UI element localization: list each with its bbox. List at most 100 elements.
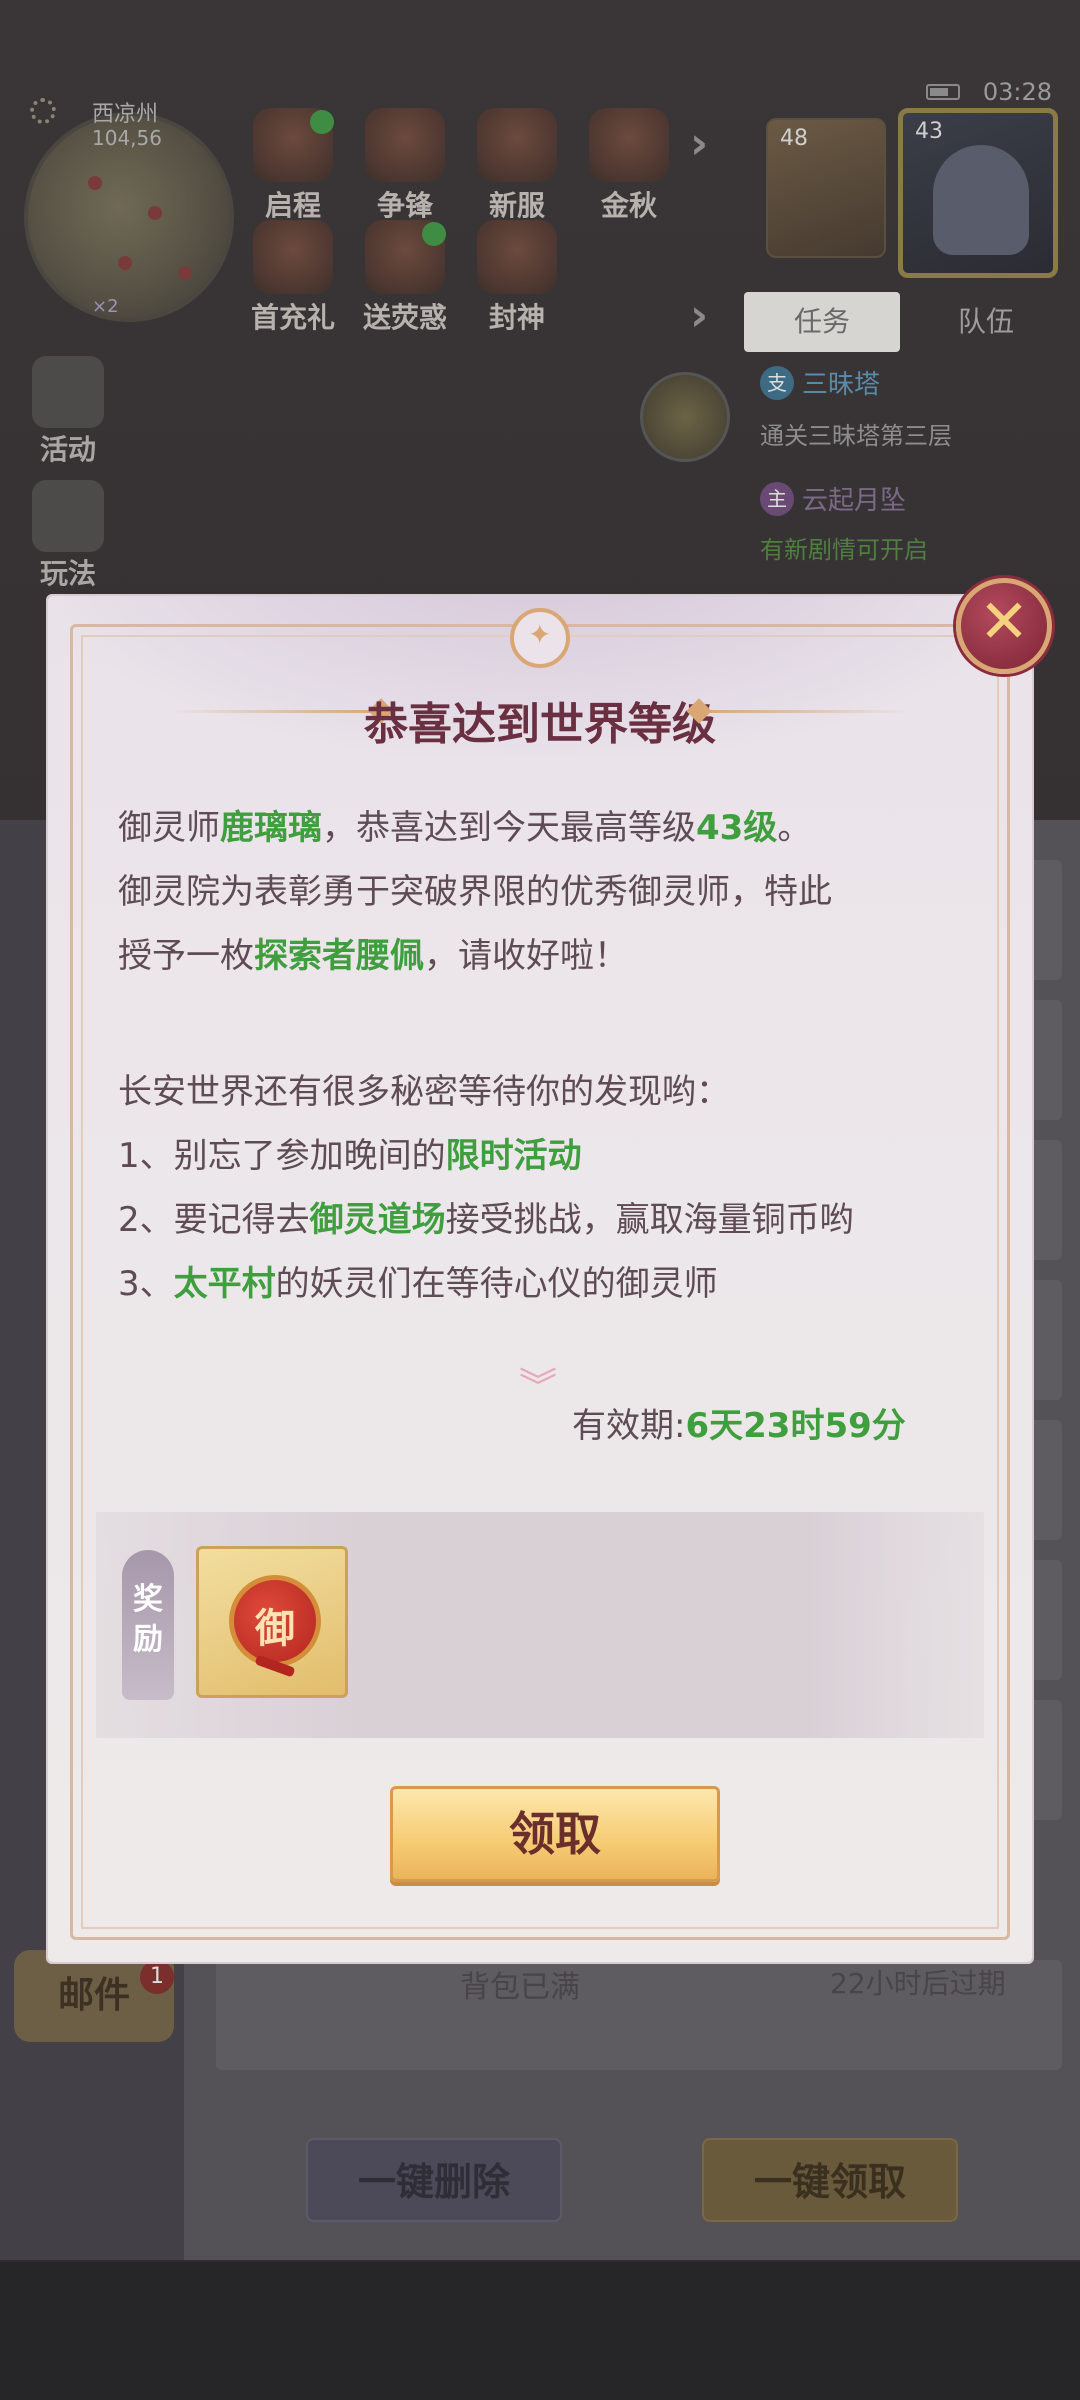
puzzle-icon [32,480,104,552]
message-text: 的妖灵们在等待心仪的御灵师 [275,1264,718,1304]
mail-row-status: 背包已满 [460,1970,580,2005]
village-link[interactable]: 太平村 [174,1264,276,1304]
map-marker [178,266,192,280]
map-location-name: 西凉州 [92,102,159,127]
task-item[interactable]: 支三昧塔 [760,364,880,401]
activity-zhengfeng-button[interactable]: 争锋 [350,108,460,224]
activity-label: 封神 [488,301,545,334]
task-type-tag: 主 [760,481,794,516]
task-type-tag: 支 [760,365,794,400]
message-text: 御灵师 [118,808,220,848]
task-item[interactable]: 主云起月坠 [760,480,906,517]
close-icon: ✕ [978,587,1030,657]
map-badge: ×2 [92,296,119,317]
notification-dot [422,222,446,246]
message-text: 1、别忘了参加晚间的 [118,1136,446,1176]
side-button-label: 玩法 [39,557,96,590]
tab-team[interactable]: 队伍 [908,292,1064,352]
hero-level: 43 [915,119,943,144]
activity-qicheng-button[interactable]: 启程 [238,108,348,224]
message-text: 。 [777,808,812,848]
validity-period: 有效期:6天23时59分 [572,1398,906,1447]
settings-gear-icon[interactable] [30,98,56,124]
activity-songyinghuo-button[interactable]: 送荧惑 [350,220,460,336]
mail-row-expiry: 22小时后过期 [830,1967,1006,2000]
navigation-bar [0,2262,1080,2400]
limited-event-link[interactable]: 限时活动 [446,1136,582,1176]
tip-line: 1、别忘了参加晚间的限时活动 [118,1124,582,1188]
message-text: 接受挑战，赢取海量铜币哟 [445,1200,854,1240]
notification-dot [310,110,334,134]
map-coordinates: 104,56 [92,126,162,150]
pendant-glyph: 御 [255,1606,295,1652]
tip-line: 3、太平村的妖灵们在等待心仪的御灵师 [118,1252,718,1316]
gift-box-icon [32,356,104,428]
planet-icon [477,220,557,294]
rabbit-icon [589,108,669,182]
title-divider [700,710,910,713]
side-button-label: 活动 [39,433,96,466]
message-text: 授予一枚 [118,936,254,976]
message-line: 御灵师鹿璃璃，恭喜达到今天最高等级43级。 [118,796,811,860]
message-line: 长安世界还有很多秘密等待你的发现哟： [118,1072,730,1112]
task-name: 三昧塔 [802,370,881,400]
task-name: 云起月坠 [802,486,907,516]
claim-all-button[interactable]: 一键领取 [702,2138,958,2222]
activity-label: 送荧惑 [362,301,447,334]
activity-label: 启程 [264,189,321,222]
side-gameplay-button[interactable]: 玩法 [28,480,108,592]
activity-first-recharge-button[interactable]: 首充礼 [238,220,348,336]
validity-label: 有效期: [572,1406,686,1446]
tab-tasks[interactable]: 任务 [744,292,900,352]
chevron-down-icon[interactable]: ︾ [514,1356,562,1409]
message-text: 3、 [118,1264,174,1304]
activity-label: 金秋 [600,189,657,222]
mail-badge: 1 [140,1960,174,1994]
validity-value: 6天23时59分 [685,1406,906,1446]
status-time: 03:28 [982,78,1052,106]
map-marker [88,176,102,190]
pet-level: 48 [780,126,808,151]
gift-box-icon [253,220,333,294]
reward-item-name: 探索者腰佩 [254,936,424,976]
message-line: 授予一枚探索者腰佩，请收好啦！ [118,924,628,988]
activity-jinqiu-button[interactable]: 金秋 [574,108,684,224]
message-line: 御灵院为表彰勇于突破界限的优秀御灵师，特此 [118,872,832,912]
close-button[interactable]: ✕ [956,578,1052,674]
activity-label: 首充礼 [250,301,335,334]
activity-fengshen-button[interactable]: 封神 [462,220,572,336]
task-description: 通关三昧塔第三层 [760,422,952,450]
reward-item-slot[interactable]: 御 [196,1546,348,1698]
activity-label: 争锋 [376,189,433,222]
task-npc-avatar[interactable] [640,372,730,462]
dialog-title: 恭喜达到世界等级 [364,699,716,750]
player-name: 鹿璃璃 [220,808,322,848]
map-marker [148,206,162,220]
reward-label-char: 奖 [133,1582,163,1617]
hero-avatar [933,145,1029,255]
tip-line: 2、要记得去御灵道场接受挑战，赢取海量铜币哟 [118,1188,854,1252]
task-description: 有新剧情可开启 [760,536,928,564]
banner-icon [365,108,445,182]
reward-label: 奖励 [122,1550,174,1700]
claim-button[interactable]: 领取 [390,1786,720,1882]
map-marker [118,256,132,270]
chevron-right-icon[interactable]: › [690,118,708,169]
moon-star-crest-icon: ✦ [510,608,570,668]
message-text: ，请收好啦！ [424,936,628,976]
world-level-dialog: ✦ 恭喜达到世界等级 御灵师鹿璃璃，恭喜达到今天最高等级43级。 御灵院为表彰勇… [48,596,1032,1962]
pet-portrait-card[interactable]: 48 [766,118,886,258]
delete-all-button[interactable]: 一键删除 [306,2138,562,2222]
battery-icon [926,84,960,100]
activity-xinfu-button[interactable]: 新服 [462,108,572,224]
activity-label: 新服 [488,189,545,222]
message-text: ，恭喜达到今天最高等级 [322,808,696,848]
task-tabs: 任务 队伍 [744,292,1064,352]
crown-icon [477,108,557,182]
side-activity-button[interactable]: 活动 [28,356,108,468]
chevron-right-icon[interactable]: › [690,290,708,341]
hero-portrait-card[interactable]: 43 [898,108,1058,278]
waist-pendant-icon: 御 [229,1575,321,1667]
dojo-link[interactable]: 御灵道场 [310,1200,446,1240]
reward-label-char: 励 [133,1622,163,1657]
